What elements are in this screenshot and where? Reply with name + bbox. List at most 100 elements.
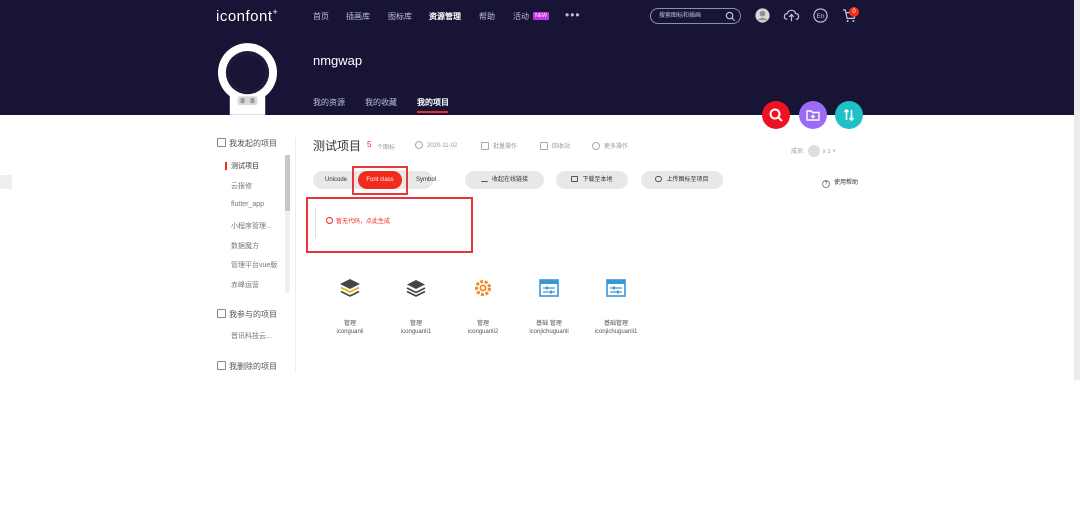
tab-unicode[interactable]: Unicode <box>318 171 354 189</box>
sidebar-section-deleted[interactable]: 我删除的项目 <box>217 361 277 372</box>
more-menu-icon[interactable]: ••• <box>565 8 581 22</box>
batch-operations-link[interactable]: 批量操作 <box>481 141 517 150</box>
svg-text:En: En <box>816 13 824 20</box>
tab-my-resources[interactable]: 我的资源 <box>313 97 345 108</box>
sidebar-project[interactable]: flutter_app <box>231 201 264 208</box>
batch-text: 批量操作 <box>493 144 518 150</box>
icon-code: iconguanli <box>336 329 364 335</box>
help-link[interactable]: ? 使用帮助 <box>822 177 858 188</box>
tab-symbol[interactable]: Symbol <box>407 171 445 189</box>
sidebar-scrollbar-thumb[interactable] <box>285 155 290 211</box>
edit-icon <box>217 138 226 147</box>
sidebar-project[interactable]: 云报修 <box>231 181 252 191</box>
search-icon <box>769 108 783 122</box>
tab-my-projects[interactable]: 我的项目 <box>417 97 449 108</box>
icon-card[interactable]: 基础管理 iconjichuguanli1 <box>583 276 649 335</box>
upload-cloud-icon <box>655 176 663 182</box>
icon-name: 基础 管理 <box>536 321 562 327</box>
members-info[interactable]: 成员: x 1 ˅ <box>791 145 836 157</box>
collapse-link-label: 收起在线链接 <box>491 177 528 183</box>
nav-illustrations[interactable]: 插画库 <box>346 11 370 22</box>
tab-my-favorites[interactable]: 我的收藏 <box>365 97 397 108</box>
download-icon <box>571 176 579 182</box>
logo-sup: + <box>272 7 279 17</box>
icon-name: 管理 <box>476 321 489 327</box>
more-operations-link[interactable]: 更多操作 <box>592 141 628 150</box>
project-date: 2020-11-02 <box>415 141 457 149</box>
settings-panel-icon <box>606 279 626 297</box>
help-text: 使用帮助 <box>834 180 859 186</box>
member-avatar <box>807 145 820 157</box>
left-edge-tab[interactable] <box>0 175 12 189</box>
members-count: x 1 <box>822 149 831 155</box>
highlight-font-class <box>352 166 408 195</box>
upload-cloud-icon[interactable] <box>783 7 800 24</box>
logo[interactable]: iconfont+ <box>216 7 278 25</box>
date-text: 2020-11-02 <box>427 143 458 149</box>
sidebar-project[interactable]: 数据魔方 <box>231 241 259 251</box>
icon-card[interactable]: 管理 iconguanli1 <box>383 276 449 335</box>
language-en-icon[interactable]: En <box>812 7 829 24</box>
icon-code: iconjichuguanli <box>529 329 569 335</box>
cart-count-badge: 0 <box>849 7 859 17</box>
sort-icon <box>843 108 855 122</box>
icon-count: 5 <box>367 140 372 149</box>
upload-label: 上传图标至项目 <box>666 177 709 183</box>
sidebar-project-test[interactable]: 测试项目 <box>231 161 259 171</box>
user-avatar-icon[interactable] <box>754 7 771 24</box>
nav-help[interactable]: 帮助 <box>479 11 495 22</box>
sidebar-section-created[interactable]: 我发起的项目 <box>217 138 277 149</box>
profile-username: nmgwap <box>313 53 363 68</box>
icon-code: iconguanli2 <box>467 329 499 335</box>
profile-avatar[interactable] <box>217 42 278 115</box>
highlight-code-area <box>306 197 473 253</box>
search-box <box>650 8 741 24</box>
trash-link[interactable]: 回收站 <box>540 141 570 150</box>
sidebar-project[interactable]: 小程序管理... <box>231 221 272 231</box>
collapse-online-link-button[interactable]: 收起在线链接 <box>465 171 544 189</box>
page-scrollbar[interactable] <box>1074 0 1080 380</box>
header: iconfont+ 首页 插画库 图标库 资源管理 帮助 活动 NEW ••• … <box>0 0 1080 115</box>
fab-search-button[interactable] <box>762 101 790 129</box>
active-project-marker <box>225 162 227 170</box>
fab-sort-button[interactable] <box>835 101 863 129</box>
sidebar-project[interactable]: 赤峰运营 <box>231 280 259 290</box>
icon-name: 管理 <box>409 321 422 327</box>
icon-name: 基础管理 <box>603 321 628 327</box>
sidebar-project[interactable]: 管理平台vue版 <box>231 260 277 270</box>
search-input[interactable] <box>659 11 725 21</box>
clock-icon <box>415 141 423 149</box>
trash-text: 回收站 <box>552 144 571 150</box>
logo-text: iconfont <box>216 8 273 25</box>
gear-icon <box>475 280 491 296</box>
sidebar-section-joined[interactable]: 我参与的项目 <box>217 309 277 320</box>
nav-icon-library[interactable]: 图标库 <box>388 11 412 22</box>
section-title: 我发起的项目 <box>229 139 277 148</box>
download-label: 下载至本地 <box>582 177 613 183</box>
link-icon <box>480 176 488 182</box>
trash-icon <box>540 142 548 150</box>
active-tab-indicator <box>417 111 448 113</box>
edit-icon <box>217 309 226 318</box>
edit-icon <box>217 361 226 370</box>
icon-card[interactable]: 管理 iconguanli <box>317 276 383 335</box>
layers-icon <box>406 280 426 297</box>
nav-resource-management[interactable]: 资源管理 <box>429 11 461 22</box>
icon-card[interactable]: 管理 iconguanli2 <box>450 276 516 335</box>
icon-count-label: 个图标 <box>377 145 396 151</box>
fab-new-folder-button[interactable] <box>799 101 827 129</box>
top-nav: iconfont+ 首页 插画库 图标库 资源管理 帮助 活动 NEW ••• … <box>0 0 1080 32</box>
nav-home[interactable]: 首页 <box>313 11 329 22</box>
icon-code: iconjichuguanli1 <box>594 329 638 335</box>
batch-icon <box>481 142 489 150</box>
page: iconfont+ 首页 插画库 图标库 资源管理 帮助 活动 NEW ••• … <box>0 0 1080 532</box>
download-local-button[interactable]: 下载至本地 <box>556 171 628 189</box>
upload-icon-button[interactable]: 上传图标至项目 <box>641 171 723 189</box>
nav-events[interactable]: 活动 <box>513 11 529 22</box>
members-label: 成员: <box>791 149 805 155</box>
add-folder-icon <box>806 110 820 121</box>
section-title: 我参与的项目 <box>229 310 277 319</box>
sidebar-joined-project[interactable]: 晋讯科技云... <box>231 331 272 341</box>
icon-card[interactable]: 基础 管理 iconjichuguanli <box>516 276 582 335</box>
search-icon[interactable] <box>725 11 736 22</box>
